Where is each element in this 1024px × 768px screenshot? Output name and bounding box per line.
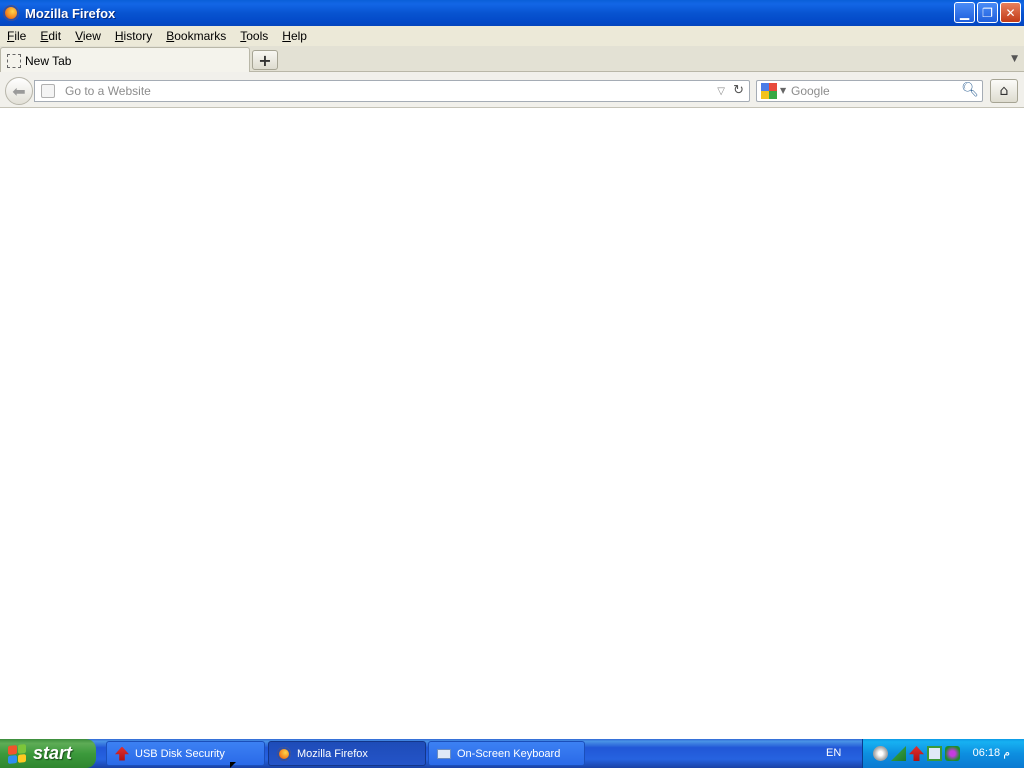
keyboard-icon [437,748,451,759]
menu-history-label: istory [123,29,153,43]
navigation-toolbar: ⬅ ▽ ↻ ▼ 🔍︎ ⌂ [0,72,1024,108]
close-button[interactable]: ✕ [1000,2,1021,23]
usb-security-tray-icon[interactable] [909,746,924,761]
menu-view-accesskey: V [75,29,83,43]
google-icon[interactable] [761,83,777,99]
window-title: Mozilla Firefox [25,5,116,21]
system-tray: 06:18 م [862,739,1024,768]
back-arrow-icon: ⬅ [12,81,26,101]
search-bar[interactable]: ▼ 🔍︎ [756,80,983,102]
reload-icon[interactable]: ↻ [733,83,744,98]
tab-new-tab[interactable]: New Tab [0,47,250,73]
search-engine-dropdown-icon[interactable]: ▼ [780,86,786,95]
home-button[interactable]: ⌂ [990,79,1018,103]
start-button[interactable]: start [0,739,96,768]
search-input[interactable] [791,83,951,99]
menu-edit[interactable]: Edit [33,29,68,43]
windows-logo-icon [8,743,26,764]
menu-bookmarks[interactable]: Bookmarks [159,29,233,43]
new-tab-button[interactable]: + [252,50,278,70]
start-label: start [33,743,73,763]
taskbar: start USB Disk Security Mozilla Firefox … [0,739,1024,768]
tray-icons [873,746,960,761]
list-all-tabs-icon[interactable]: ▼ [1011,54,1018,64]
messenger-icon[interactable] [873,746,888,761]
taskbar-button-label: Mozilla Firefox [297,747,368,760]
menu-help-label: elp [290,29,307,43]
home-icon: ⌂ [999,83,1009,99]
firefox-icon [3,5,19,21]
menu-history-accesskey: H [114,29,124,43]
menu-file[interactable]: File [0,29,33,43]
blank-page-icon [7,53,21,68]
menu-history[interactable]: History [108,29,159,43]
address-input[interactable] [65,83,705,99]
minimize-button[interactable]: ▁ [954,2,975,23]
menu-view[interactable]: View [68,29,108,43]
taskbar-button-label: On-Screen Keyboard [457,747,561,760]
tab-label: New Tab [25,53,72,68]
mouse-cursor-icon [230,762,240,768]
menu-bar: File Edit View History Bookmarks Tools H… [0,26,1024,46]
tab-strip: New Tab + ▼ [0,46,1024,73]
taskbar-button-label: USB Disk Security [135,747,225,760]
menu-help-accesskey: H [282,29,291,43]
site-identity-icon[interactable] [41,84,55,98]
taskbar-button-mozilla-firefox[interactable]: Mozilla Firefox [268,741,426,766]
menu-edit-label: dit [48,29,62,43]
menu-help[interactable]: Help [275,29,314,43]
language-indicator[interactable]: EN [826,747,841,759]
history-dropdown-icon[interactable]: ▽ [717,86,725,97]
back-button[interactable]: ⬅ [5,77,33,105]
clock[interactable]: 06:18 م [973,746,1010,759]
window-title-bar[interactable]: Mozilla Firefox ▁ ❐ ✕ [0,0,1024,26]
network-icon[interactable] [891,746,906,761]
usb-disk-security-icon [115,746,129,761]
menu-view-label: iew [82,29,101,43]
search-icon[interactable]: 🔍︎ [961,82,979,98]
security-shield-icon[interactable] [945,746,960,761]
window-controls: ▁ ❐ ✕ [954,2,1021,23]
restore-button[interactable]: ❐ [977,2,998,23]
address-bar[interactable]: ▽ ↻ [34,80,750,102]
firefox-icon [277,746,291,761]
menu-bookmarks-label: ookmarks [174,29,227,43]
taskbar-button-on-screen-keyboard[interactable]: On-Screen Keyboard [428,741,585,766]
display-icon[interactable] [927,746,942,761]
taskbar-button-usb-disk-security[interactable]: USB Disk Security [106,741,265,766]
menu-file-label: ile [14,29,27,43]
menu-tools-label: ools [246,29,269,43]
menu-tools[interactable]: Tools [233,29,275,43]
page-content[interactable] [0,109,1024,739]
